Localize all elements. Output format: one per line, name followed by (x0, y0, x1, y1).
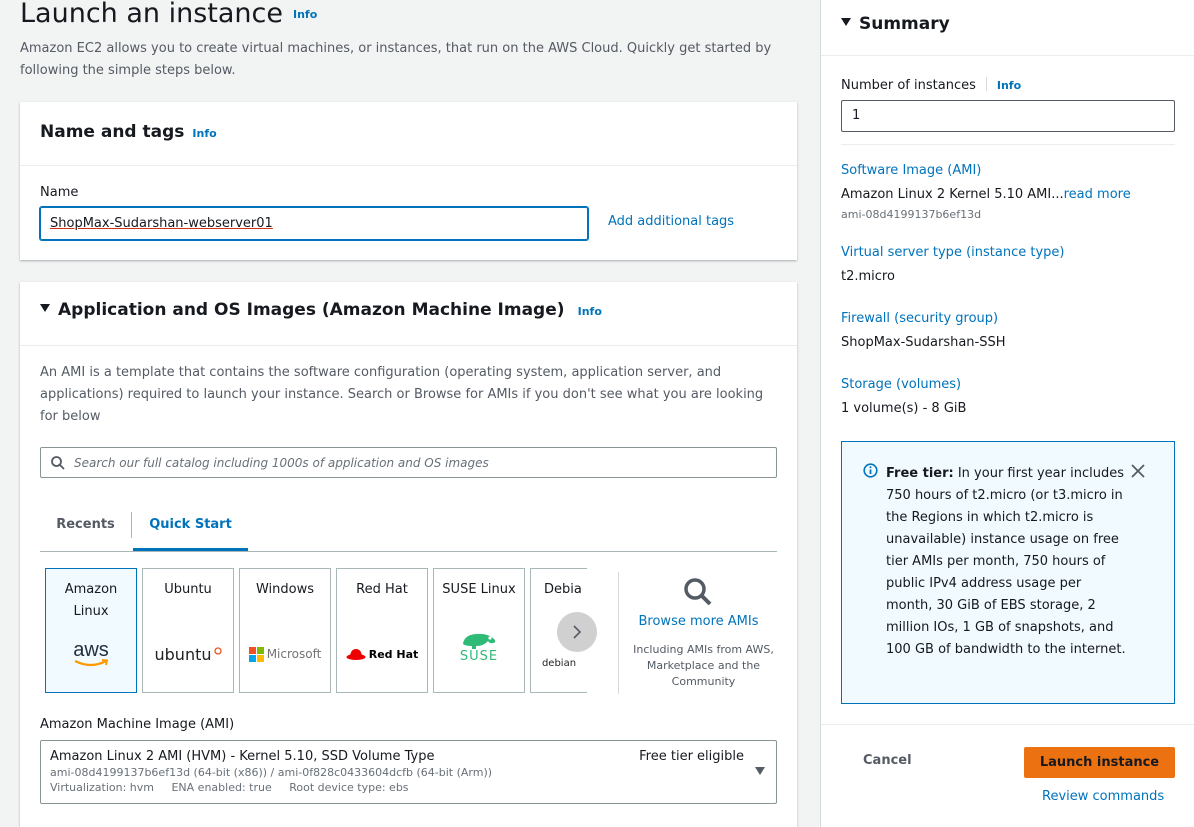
close-icon[interactable] (1131, 464, 1145, 478)
summary-header[interactable]: Summary (821, 0, 1194, 56)
software-image-link[interactable]: Software Image (AMI) (841, 163, 981, 178)
instances-label: Number of instances Info (841, 77, 1021, 93)
name-and-tags-title-text: Name and tags (40, 122, 185, 142)
os-tile-amazon-linux[interactable]: Amazon Linux aws (45, 568, 137, 693)
storage-value: 1 volume(s) - 8 GiB (841, 401, 967, 416)
chevron-right-icon (573, 625, 582, 639)
ami-search-input[interactable]: Search our full catalog including 1000s … (40, 447, 777, 478)
redhat-logo-icon: Red Hat (337, 637, 427, 671)
ami-root-device: Root device type: ebs (289, 781, 409, 794)
name-field-label: Name (40, 185, 79, 200)
review-commands-link[interactable]: Review commands (1042, 789, 1164, 804)
collapse-caret-icon[interactable] (841, 18, 851, 26)
search-icon (51, 455, 65, 470)
os-tile-label: Amazon Linux (64, 582, 118, 619)
page-info-link[interactable]: Info (293, 8, 317, 21)
ami-panel-header[interactable]: Application and OS Images (Amazon Machin… (20, 282, 797, 346)
os-tile-label: Ubuntu (164, 582, 212, 597)
free-tier-text: Free tier: In your first year includes 7… (886, 463, 1126, 661)
firewall-link[interactable]: Firewall (security group) (841, 311, 998, 326)
firewall-value: ShopMax-Sudarshan-SSH (841, 335, 1006, 350)
instance-type-link[interactable]: Virtual server type (instance type) (841, 245, 1064, 260)
main-content: Launch an instance Info Amazon EC2 allows… (0, 0, 820, 827)
scroll-next-button[interactable] (557, 612, 597, 652)
ami-select-label: Amazon Machine Image (AMI) (40, 717, 235, 732)
ami-ena: ENA enabled: true (171, 781, 272, 794)
os-tile-label: Windows (255, 582, 315, 597)
free-tier-eligible-badge: Free tier eligible (639, 749, 744, 764)
name-and-tags-panel: Name and tags Info Name ShopMax-Sudarshan… (20, 102, 797, 260)
page-title-text: Launch an instance (20, 0, 283, 29)
ami-properties: Virtualization: hvm ENA enabled: true Ro… (50, 781, 767, 794)
info-circle-icon (863, 463, 878, 478)
magnifier-icon (684, 578, 712, 606)
cancel-button[interactable]: Cancel (863, 753, 912, 768)
os-tile-red-hat[interactable]: Red Hat Red Hat (336, 568, 428, 693)
microsoft-logo-icon: Microsoft (240, 637, 330, 671)
software-image-value: Amazon Linux 2 Kernel 5.10 AMI...read mo… (841, 187, 1131, 202)
tab-quick-start[interactable]: Quick Start (133, 504, 248, 551)
instances-info-link[interactable]: Info (997, 79, 1021, 92)
page-description: Amazon EC2 allows you to create virtual … (20, 41, 772, 78)
os-tile-suse[interactable]: SUSE Linux SUSE (433, 568, 525, 693)
ami-panel-title: Application and OS Images (Amazon Machin… (58, 300, 565, 320)
tab-recents[interactable]: Recents (40, 512, 132, 538)
os-tile-label: Red Hat (356, 582, 408, 597)
ami-ids: ami-08d4199137b6ef13d (64-bit (x86)) / a… (50, 766, 493, 779)
page-title: Launch an instance Info (20, 0, 317, 29)
ami-tabs: Recents Quick Start (40, 504, 777, 552)
name-and-tags-title: Name and tags Info (40, 122, 217, 142)
name-input[interactable]: ShopMax-Sudarshan-webserver01 (40, 207, 588, 240)
os-tile-windows[interactable]: Windows Microsoft (239, 568, 331, 693)
dropdown-caret-icon (755, 767, 765, 775)
storage-link[interactable]: Storage (volumes) (841, 377, 961, 392)
aws-logo-icon: aws (46, 637, 136, 671)
number-of-instances-input[interactable]: 1 (841, 100, 1175, 132)
browse-more-amis-link[interactable]: Browse more AMIs (619, 614, 778, 629)
collapse-caret-icon[interactable] (40, 304, 50, 312)
free-tier-alert: Free tier: In your first year includes 7… (841, 441, 1175, 704)
free-tier-bold: Free tier: (886, 466, 954, 481)
ami-info-link[interactable]: Info (578, 305, 602, 318)
software-image-id: ami-08d4199137b6ef13d (841, 208, 982, 221)
footer-divider (821, 724, 1194, 725)
ami-select-dropdown[interactable]: Amazon Linux 2 AMI (HVM) - Kernel 5.10, … (40, 740, 777, 804)
ami-virtualization: Virtualization: hvm (50, 781, 154, 794)
os-tile-label: SUSE Linux (442, 582, 516, 597)
instance-type-value: t2.micro (841, 269, 895, 284)
divider (841, 144, 1175, 145)
summary-title: Summary (859, 14, 950, 34)
ami-description: An AMI is a template that contains the s… (40, 365, 764, 424)
search-placeholder: Search our full catalog including 1000s … (74, 455, 489, 470)
instances-label-text: Number of instances (841, 78, 976, 93)
software-image-text: Amazon Linux 2 Kernel 5.10 AMI... (841, 187, 1064, 202)
os-tile-label: Debia (544, 582, 582, 597)
summary-sidebar: Summary Number of instances Info 1 Softwa… (820, 0, 1194, 827)
name-tags-info-link[interactable]: Info (192, 127, 216, 140)
browse-more-amis[interactable]: Browse more AMIs Including AMIs from AWS… (618, 572, 778, 694)
os-tile-ubuntu[interactable]: Ubuntu ubuntu (142, 568, 234, 693)
name-and-tags-header: Name and tags Info (20, 102, 797, 166)
read-more-link[interactable]: read more (1064, 187, 1131, 202)
browse-more-description: Including AMIs from AWS, Marketplace and… (633, 643, 774, 688)
add-additional-tags-link[interactable]: Add additional tags (608, 214, 734, 229)
launch-instance-button[interactable]: Launch instance (1024, 747, 1175, 778)
ami-panel: Application and OS Images (Amazon Machin… (20, 282, 797, 827)
suse-logo-icon: SUSE (434, 631, 524, 665)
free-tier-body: In your first year includes 750 hours of… (886, 466, 1126, 657)
ubuntu-logo-icon: ubuntu (143, 637, 233, 671)
